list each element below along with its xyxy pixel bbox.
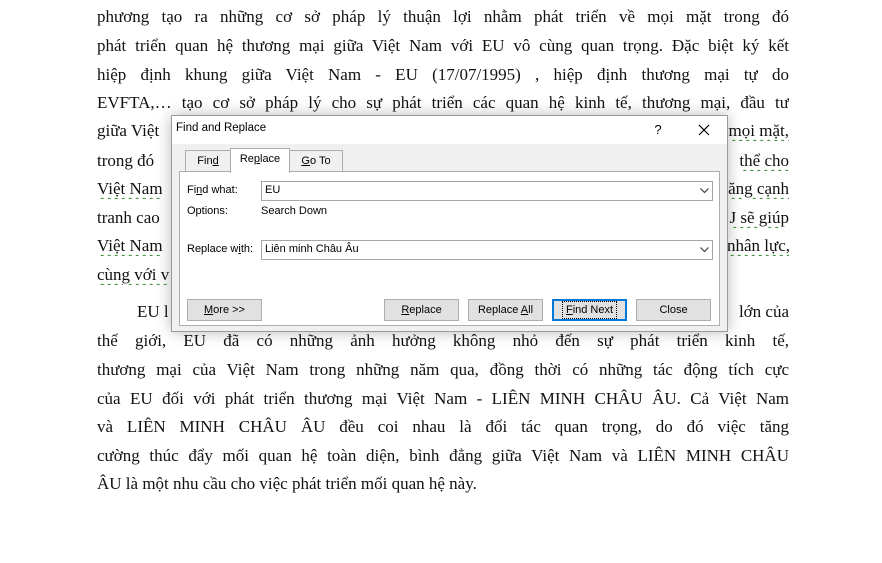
replace-button[interactable]: Replace [384,299,459,321]
tab-goto[interactable]: Go To [289,150,343,172]
doc-line-7: và LIÊN MINH CHÂU ÂU đều coi nhau là đối… [97,417,789,436]
doc-fragment-left: tranh cao [97,208,160,227]
doc-line-8: cường thúc đẩy mối quan hệ toàn diện, bì… [97,446,789,465]
replace-with-value: Liên minh Châu Âu [265,243,359,255]
replace-with-dropdown[interactable] [696,241,712,259]
close-dialog-button[interactable]: Close [636,299,711,321]
doc-line-6: của EU đối với phát triển thương mại Việ… [97,389,789,408]
find-what-label: Find what: [187,184,238,196]
doc-fragment-left: giữa Việt [97,121,160,140]
doc-line-2: phát triển quan hệ thương mại giữa Việt … [97,36,789,55]
doc-line-1: phương tạo ra những cơ sở pháp lý thuận … [97,7,789,26]
replace-with-input[interactable]: Liên minh Châu Âu [261,240,713,260]
doc-line-9: ÂU là một nhu cầu cho việc phát triển mố… [97,474,477,493]
doc-line-3: hiệp định khung giữa Việt Nam - EU (17/0… [97,65,789,84]
doc-fragment-right: J sẽ giúp [729,208,790,227]
options-label: Options: [187,205,228,217]
tab-find[interactable]: Find [185,150,231,172]
find-what-input[interactable]: EU [261,181,713,201]
doc-fragment-left: cùng với v [97,265,170,284]
doc-fragment-left: trong đó [97,151,155,170]
replace-with-label: Replace with: [187,243,254,255]
doc-fragment-left: Việt Nam [97,179,163,198]
doc-fragment-right: lớn của [738,302,789,321]
options-value: Search Down [261,205,328,217]
find-next-button[interactable]: Find Next [552,299,627,321]
doc-fragment-right: mọi mặt, [728,121,789,140]
find-what-dropdown[interactable] [696,182,712,200]
doc-fragment-right: ăng cạnh [728,179,789,198]
dialog-titlebar[interactable]: Find and Replace ? [172,116,727,144]
doc-fragment-right: nhân lực, [727,236,789,255]
help-button[interactable]: ? [647,120,669,140]
replace-all-button[interactable]: Replace All [468,299,543,321]
close-icon [698,124,710,136]
doc-line-4: EVFTA,… tạo cơ sở pháp lý cho sự phát tr… [97,93,789,112]
doc-line-partial: thế giới, EU đã có những ảnh hưởng không… [97,331,789,350]
chevron-down-icon [699,247,709,253]
close-button[interactable] [691,119,717,141]
doc-fragment-right: thể cho [739,151,789,170]
chevron-down-icon [699,188,709,194]
more-button[interactable]: More >> [187,299,262,321]
doc-line-5: thương mại của Việt Nam trong những năm … [97,360,789,379]
dialog-title: Find and Replace [176,122,267,134]
find-replace-dialog: Find and Replace ? Find Replace Go To Fi… [171,115,728,332]
find-what-value: EU [265,184,281,196]
doc-fragment-left: Việt Nam [97,236,163,255]
tab-replace[interactable]: Replace [230,148,290,173]
